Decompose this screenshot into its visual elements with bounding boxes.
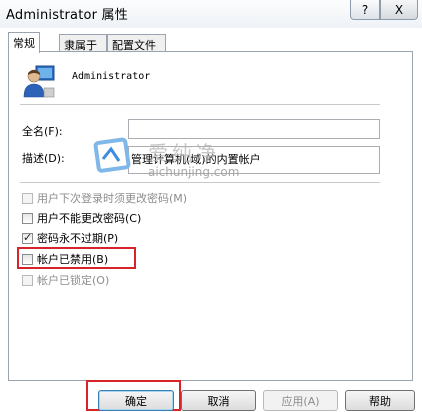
user-name-label: Administrator: [72, 71, 151, 82]
checkbox-box[interactable]: [22, 192, 33, 204]
watermark-url: aichunjing.com: [148, 165, 240, 179]
checkbox-label: 用户不能更改密码(C): [37, 212, 142, 225]
checkbox-label: 用户下次登录时须更改密码(M): [37, 192, 188, 205]
checkbox-box[interactable]: [22, 212, 33, 224]
checkbox-cannot-change-password[interactable]: 用户不能更改密码(C): [22, 211, 141, 225]
question-icon: ?: [361, 2, 369, 17]
highlight-account-disabled: [17, 247, 136, 269]
window-title: Administrator 属性: [6, 8, 128, 23]
checkbox-account-locked[interactable]: 帐户已锁定(O): [22, 273, 109, 287]
help-button[interactable]: 帮助: [345, 390, 415, 411]
user-icon: [23, 65, 55, 98]
tab-profile[interactable]: 配置文件: [107, 34, 166, 52]
close-icon: X: [394, 2, 404, 17]
fullname-input[interactable]: [128, 119, 380, 139]
tab-member-of[interactable]: 隶属于: [59, 34, 107, 52]
close-button[interactable]: X: [380, 0, 418, 20]
tab-label: 常规: [13, 37, 35, 50]
description-label: 描述(D):: [22, 152, 65, 165]
checkbox-password-never-expires[interactable]: ✓ 密码永不过期(P): [22, 231, 118, 245]
separator: [20, 104, 380, 106]
help-title-button[interactable]: ?: [350, 0, 380, 20]
checkbox-label: 密码永不过期(P): [37, 232, 119, 245]
checkmark-icon: ✓: [23, 230, 33, 244]
checkbox-box[interactable]: ✓: [22, 230, 33, 244]
tab-general[interactable]: 常规: [8, 32, 40, 53]
apply-button[interactable]: 应用(A): [263, 390, 338, 411]
ok-button[interactable]: 确定: [98, 390, 174, 411]
separator: [20, 182, 380, 184]
cancel-button[interactable]: 取消: [181, 390, 256, 411]
title-bar: Administrator 属性 ? X: [0, 0, 422, 28]
checkbox-must-change-password[interactable]: 用户下次登录时须更改密码(M): [22, 191, 187, 205]
watermark-text: 爱纯净: [148, 141, 220, 165]
checkbox-box[interactable]: [22, 274, 33, 286]
checkbox-label: 帐户已锁定(O): [37, 274, 110, 287]
fullname-label: 全名(F):: [22, 125, 63, 138]
watermark-logo-icon: [93, 137, 131, 173]
